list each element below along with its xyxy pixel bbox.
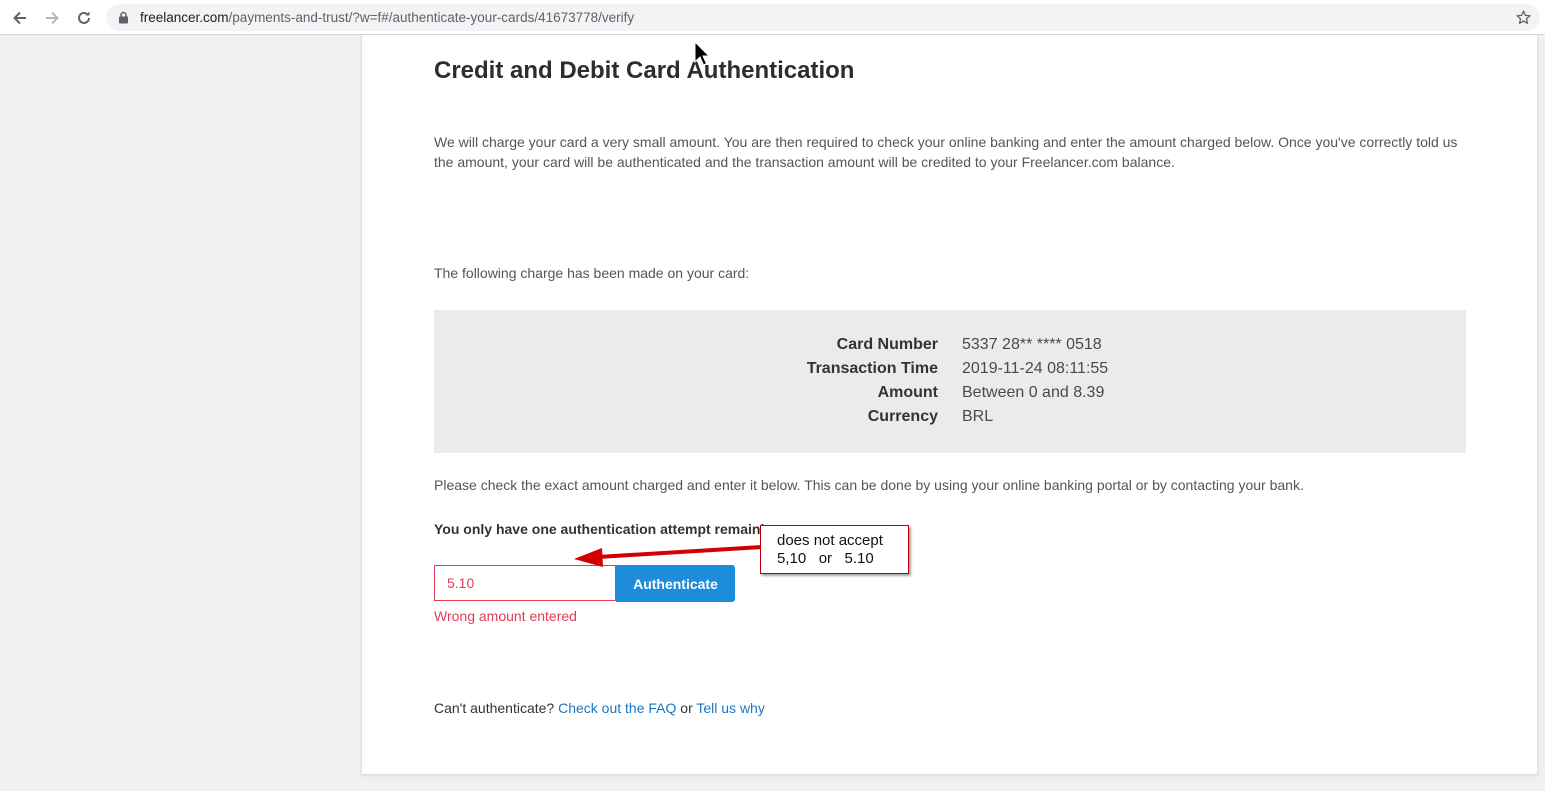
detail-value: Between 0 and 8.39 xyxy=(962,384,1105,401)
page-title: Credit and Debit Card Authentication xyxy=(434,57,855,84)
forward-arrow-icon[interactable] xyxy=(42,8,62,28)
faq-link[interactable]: Check out the FAQ xyxy=(558,700,676,716)
reload-icon[interactable] xyxy=(74,8,94,28)
detail-value: BRL xyxy=(962,408,994,425)
back-arrow-icon[interactable] xyxy=(10,8,30,28)
detail-row-card-number: Card Number 5337 28** **** 0518 xyxy=(434,336,1466,360)
detail-label: Transaction Time xyxy=(806,360,938,377)
bookmark-star-icon[interactable] xyxy=(1515,9,1532,31)
charge-intro-text: The following charge has been made on yo… xyxy=(434,265,750,281)
browser-toolbar: freelancer.com/payments-and-trust/?w=f#/… xyxy=(0,0,1545,35)
annotation-line-1: does not accept xyxy=(777,532,883,549)
intro-text: We will charge your card a very small am… xyxy=(434,134,1458,170)
footer-prefix: Can't authenticate? xyxy=(434,700,555,716)
url-host: freelancer.com xyxy=(140,10,229,25)
error-message: Wrong amount entered xyxy=(434,608,577,624)
detail-label: Card Number xyxy=(836,336,938,353)
detail-label: Amount xyxy=(877,384,938,401)
authentication-card: Credit and Debit Card Authentication We … xyxy=(361,35,1538,775)
check-amount-text: Please check the exact amount charged an… xyxy=(434,477,1304,493)
tell-us-why-link[interactable]: Tell us why xyxy=(696,700,764,716)
attempts-remaining-text: You only have one authentication attempt… xyxy=(434,521,782,537)
lock-icon xyxy=(118,11,129,29)
detail-row-amount: Amount Between 0 and 8.39 xyxy=(434,384,1466,408)
transaction-details-panel: Card Number 5337 28** **** 0518 Transact… xyxy=(434,310,1466,453)
footer-or: or xyxy=(680,700,693,716)
url-text: freelancer.com/payments-and-trust/?w=f#/… xyxy=(140,10,634,25)
url-path: /payments-and-trust/?w=f#/authenticate-y… xyxy=(228,10,635,25)
detail-value: 5337 28** **** 0518 xyxy=(962,336,1102,353)
annotation-line-2: 5,10 or 5.10 xyxy=(777,550,874,567)
detail-row-currency: Currency BRL xyxy=(434,408,1466,432)
annotation-note: does not accept 5,10 or 5.10 xyxy=(760,525,909,574)
detail-row-transaction-time: Transaction Time 2019-11-24 08:11:55 xyxy=(434,360,1466,384)
detail-value: 2019-11-24 08:11:55 xyxy=(962,360,1109,377)
annotation-arrow-icon xyxy=(570,540,765,575)
help-footer: Can't authenticate? Check out the FAQ or… xyxy=(434,700,765,716)
detail-label: Currency xyxy=(867,408,938,425)
address-bar[interactable]: freelancer.com/payments-and-trust/?w=f#/… xyxy=(106,4,1540,31)
mouse-cursor-icon xyxy=(694,40,711,72)
